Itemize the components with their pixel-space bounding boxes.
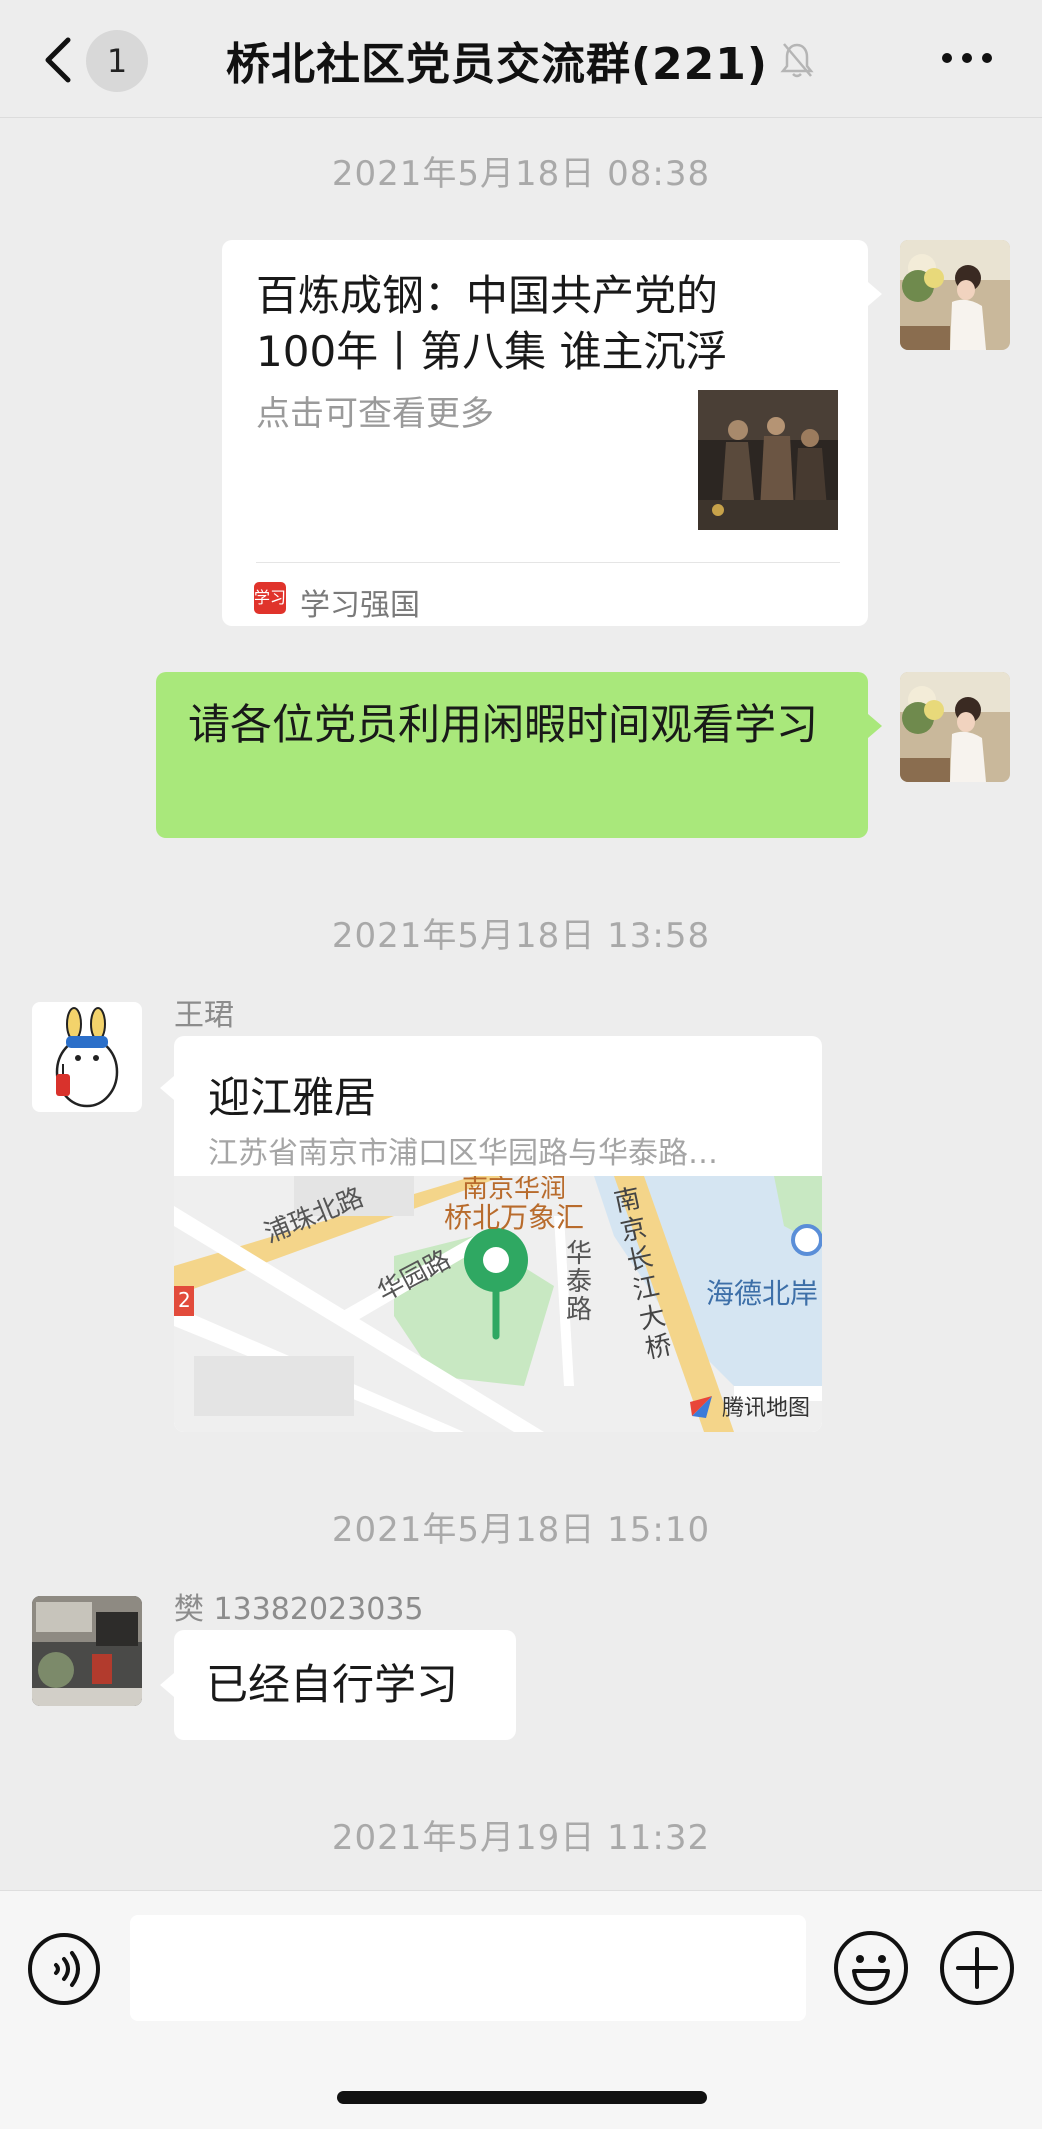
timestamp: 2021年5月18日 15:10 xyxy=(331,1510,711,1550)
map-label: 华泰路 xyxy=(566,1239,593,1325)
emoji-icon[interactable] xyxy=(832,1929,910,2007)
bubble-tail xyxy=(868,714,882,738)
sender-avatar-image xyxy=(32,1596,142,1706)
message-text: 请各位党员利用闲暇时间观看学习 xyxy=(188,700,819,749)
text-message-other[interactable]: 已经自行学习 xyxy=(174,1630,516,1740)
location-map[interactable]: 南京华润 桥北万象汇 浦珠北路 华园路 华泰路 南京长江大桥 海德北岸 2 腾讯… xyxy=(174,1176,822,1432)
self-avatar-image xyxy=(900,240,1010,350)
timestamp: 2021年5月18日 13:58 xyxy=(331,916,711,956)
bell-muted-icon xyxy=(780,43,814,78)
message-text: 已经自行学习 xyxy=(206,1660,459,1709)
timestamp: 2021年5月18日 08:38 xyxy=(331,154,711,194)
more-dots-icon[interactable] xyxy=(940,50,994,66)
self-avatar[interactable] xyxy=(900,672,1010,782)
home-indicator[interactable] xyxy=(337,2091,707,2104)
message-input[interactable] xyxy=(130,1915,806,2021)
chat-title: 桥北社区党员交流群(221) xyxy=(225,39,769,90)
location-address: 江苏省南京市浦口区华园路与华泰路… xyxy=(208,1136,718,1171)
chevron-left-icon[interactable] xyxy=(40,34,80,86)
self-avatar[interactable] xyxy=(900,240,1010,350)
map-label: 海德北岸 xyxy=(706,1277,819,1310)
chat-title-container: 桥北社区党员交流群(221) xyxy=(150,28,892,92)
sender-avatar-image xyxy=(32,1002,142,1112)
unread-count-badge[interactable]: 1 xyxy=(86,30,148,92)
bubble-tail xyxy=(160,1673,174,1697)
map-brand: 腾讯地图 xyxy=(688,1390,810,1422)
self-avatar-image xyxy=(900,672,1010,782)
article-thumbnail xyxy=(698,390,838,530)
bubble-tail xyxy=(868,282,882,306)
timestamp: 2021年5月19日 11:32 xyxy=(331,1818,711,1858)
text-message-self[interactable]: 请各位党员利用闲暇时间观看学习 xyxy=(156,672,868,838)
xuexi-qiangguo-logo-icon: 学习 xyxy=(254,582,286,614)
map-label: 桥北万象汇 xyxy=(444,1201,585,1234)
article-source-name: 学习强国 xyxy=(300,588,420,623)
location-card[interactable]: 迎江雅居 江苏省南京市浦口区华园路与华泰路… 南京华润 桥北万象汇 浦珠北路 华… xyxy=(174,1036,822,1432)
location-name: 迎江雅居 xyxy=(208,1073,377,1122)
tencent-map-logo-icon xyxy=(689,1396,712,1418)
sender-name: 樊 13382023035 xyxy=(174,1592,424,1627)
article-card[interactable]: 百炼成钢：中国共产党的100年丨第八集 谁主沉浮 点击可查看更多 学习 学习强国 xyxy=(222,240,868,626)
sender-name: 王珺 xyxy=(174,998,234,1033)
map-brand-name: 腾讯地图 xyxy=(721,1396,810,1421)
article-description: 点击可查看更多 xyxy=(256,394,494,434)
plus-icon[interactable] xyxy=(938,1929,1016,2007)
article-divider xyxy=(256,562,840,563)
sender-avatar[interactable] xyxy=(32,1002,142,1112)
article-title: 百炼成钢：中国共产党的100年丨第八集 谁主沉浮 xyxy=(256,271,728,376)
sender-avatar[interactable] xyxy=(32,1596,142,1706)
map-label: 2 xyxy=(178,1288,191,1312)
voice-icon[interactable] xyxy=(26,1931,102,2007)
bubble-tail xyxy=(160,1076,174,1100)
chat-header: 1 桥北社区党员交流群(221) xyxy=(0,0,1042,118)
